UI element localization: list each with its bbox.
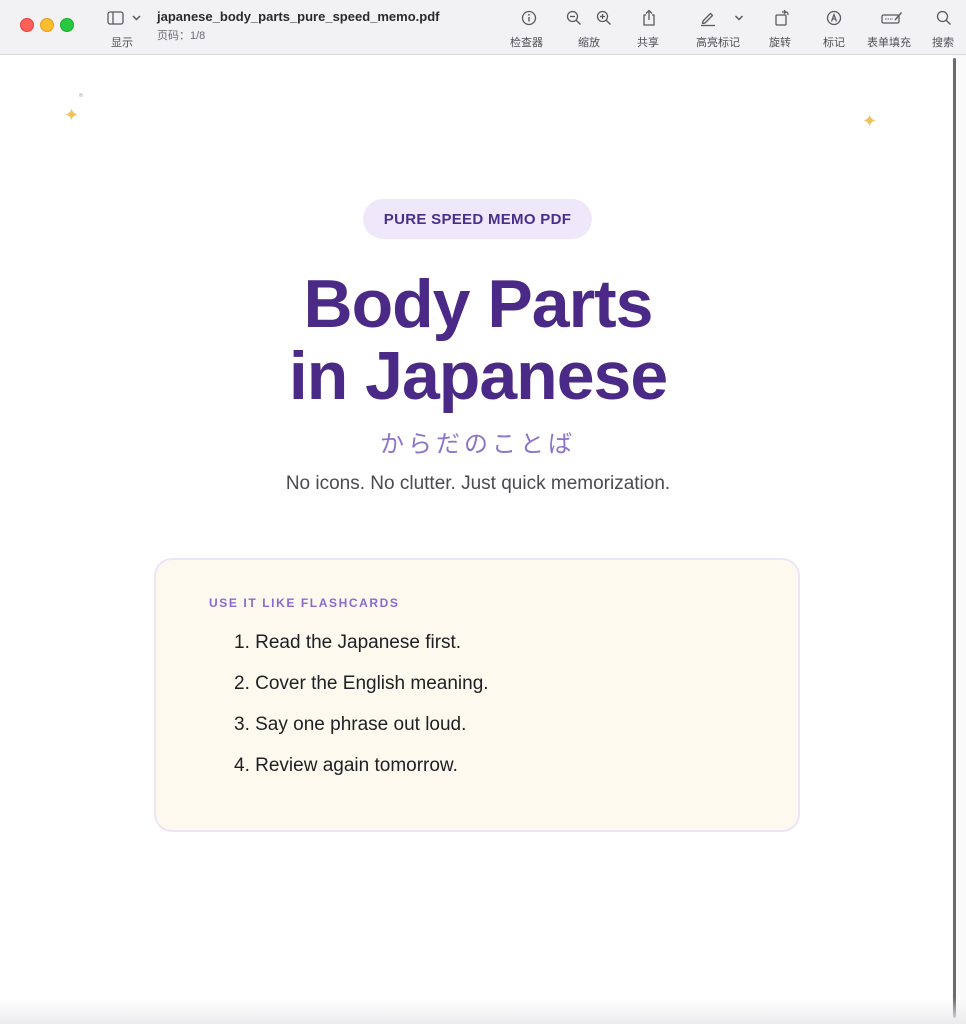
close-window-button[interactable]: [20, 18, 34, 32]
sparkle-icon: ✦: [862, 111, 878, 131]
share-icon: [639, 8, 659, 28]
chevron-down-icon[interactable]: [732, 8, 746, 28]
japanese-subtitle: からだのことば: [380, 430, 576, 458]
rotate-label: 旋转: [769, 37, 791, 49]
maximize-window-button[interactable]: [60, 18, 74, 32]
markup-label: 标记: [823, 37, 845, 49]
bottom-shadow: [0, 998, 966, 1024]
search-icon: [934, 8, 954, 28]
scrollbar-thumb[interactable]: [953, 58, 956, 1018]
steps-list: 1. Read the Japanese first. 2. Cover the…: [234, 630, 489, 794]
pdf-viewer-window: 显示 japanese_body_parts_pure_speed_memo.p…: [0, 0, 966, 1024]
list-item: 1. Read the Japanese first.: [234, 632, 462, 653]
list-item: 4. Review again tomorrow.: [234, 755, 458, 776]
title-line-2: in Japanese: [288, 338, 668, 414]
card-heading: USE IT LIKE FLASHCARDS: [209, 596, 400, 610]
zoom-in-icon[interactable]: [594, 8, 614, 28]
flashcard-instructions-card: USE IT LIKE FLASHCARDS 1. Read the Japan…: [154, 558, 800, 832]
zoom-out-icon[interactable]: [564, 8, 584, 28]
highlighter-icon: [698, 8, 718, 28]
sparkle-icon: ✦: [64, 105, 80, 125]
display-label: 显示: [111, 37, 133, 49]
search-label: 搜索: [932, 37, 954, 49]
markup-pen-icon: [824, 8, 844, 28]
highlight-button[interactable]: 高亮标记: [694, 8, 750, 52]
toolbar: 显示 japanese_body_parts_pure_speed_memo.p…: [0, 0, 966, 55]
inspector-label: 检查器: [510, 37, 543, 49]
page-indicator: 页码：1/8: [157, 30, 206, 42]
document-title: japanese_body_parts_pure_speed_memo.pdf: [157, 9, 440, 24]
list-item: 2. Cover the English meaning.: [234, 673, 489, 694]
form-fill-icon: [880, 8, 904, 28]
page-title: Body Parts in Japanese: [0, 268, 956, 412]
rotate-button[interactable]: 旋转: [768, 8, 798, 52]
sidebar-icon: [107, 8, 143, 28]
rotate-icon: [772, 8, 792, 28]
tagline: No icons. No clutter. Just quick memoriz…: [285, 473, 671, 494]
list-item: 3. Say one phrase out loud.: [234, 714, 467, 735]
zoom-button[interactable]: 缩放: [562, 8, 616, 52]
zoom-label: 缩放: [578, 37, 600, 49]
decor-dot: [79, 93, 83, 97]
form-fill-label: 表单填充: [867, 37, 911, 49]
minimize-window-button[interactable]: [40, 18, 54, 32]
display-button[interactable]: 显示: [104, 8, 144, 52]
markup-button[interactable]: 标记: [822, 8, 852, 52]
info-icon: [519, 8, 539, 28]
title-line-1: Body Parts: [303, 266, 654, 342]
form-fill-button[interactable]: 表单填充: [867, 8, 919, 52]
highlight-label: 高亮标记: [696, 37, 740, 49]
share-label: 共享: [637, 37, 659, 49]
badge-pill: PURE SPEED MEMO PDF: [363, 199, 592, 239]
search-button[interactable]: 搜索: [931, 8, 961, 52]
share-button[interactable]: 共享: [636, 8, 666, 52]
inspector-button[interactable]: 检查器: [510, 8, 550, 52]
